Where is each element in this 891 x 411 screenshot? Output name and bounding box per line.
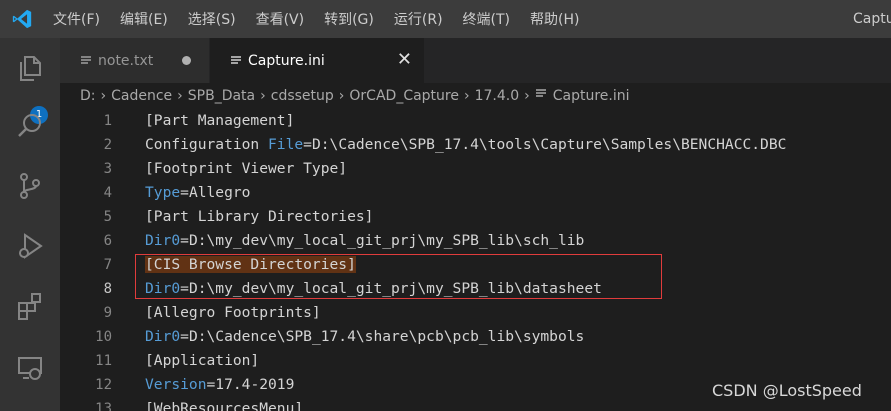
- chevron-right-icon: ›: [524, 88, 530, 104]
- breadcrumb-item[interactable]: 17.4.0: [475, 88, 520, 104]
- explorer-icon[interactable]: [12, 50, 48, 86]
- code-text: [Footprint Viewer Type]: [145, 160, 348, 177]
- search-icon[interactable]: [12, 108, 48, 144]
- code-line[interactable]: Type=Allegro: [145, 181, 250, 205]
- breadcrumb-item[interactable]: D:: [80, 88, 96, 104]
- code-line[interactable]: Dir0=D:\Cadence\SPB_17.4\share\pcb\pcb_l…: [145, 325, 584, 349]
- line-number: 13: [95, 401, 112, 411]
- breadcrumb-item[interactable]: SPB_Data: [188, 88, 255, 104]
- code-text: =D:\my_dev\my_local_git_prj\my_SPB_lib\s…: [180, 232, 585, 249]
- line-number: 4: [103, 185, 112, 201]
- code-line[interactable]: [Part Management]: [145, 109, 294, 133]
- run-debug-icon[interactable]: [12, 228, 48, 264]
- breadcrumb-item[interactable]: cdssetup: [271, 88, 334, 104]
- modified-dot-icon[interactable]: [182, 56, 191, 65]
- code-key: Version: [145, 376, 207, 393]
- close-icon[interactable]: ✕: [397, 50, 412, 70]
- line-number: 1: [103, 113, 112, 129]
- line-number: 5: [103, 209, 112, 225]
- chevron-right-icon: ›: [100, 88, 107, 104]
- line-number: 8: [103, 281, 112, 297]
- title-bar: 文件(F) 编辑(E) 选择(S) 查看(V) 转到(G) 运行(R) 终端(T) 帮助(H)…: [0, 0, 891, 38]
- vscode-logo-icon: [12, 9, 32, 29]
- menu-item[interactable]: 终端(T): [453, 9, 520, 29]
- code-text: [Part Management]: [145, 112, 295, 129]
- line-number: 3: [103, 161, 112, 177]
- code-line[interactable]: [Part Library Directories]: [145, 205, 373, 229]
- file-text-icon: [80, 55, 92, 67]
- tab-label: note.txt: [98, 52, 154, 69]
- file-settings-icon: [230, 55, 242, 67]
- code-line[interactable]: [Application]: [145, 349, 259, 373]
- chevron-right-icon: ›: [177, 88, 183, 104]
- line-number: 10: [95, 329, 112, 345]
- line-number: 11: [95, 353, 112, 369]
- line-number: 12: [95, 377, 112, 393]
- breadcrumb-item[interactable]: Capture.ini: [553, 88, 630, 104]
- menu-item[interactable]: 查看(V): [246, 9, 315, 29]
- code-text: [Part Library Directories]: [145, 208, 374, 225]
- code-text: =17.4-2019: [206, 376, 295, 393]
- line-number: 9: [103, 305, 112, 321]
- tab-note-txt[interactable]: note.txt: [60, 38, 209, 83]
- code-text: =D:\Cadence\SPB_17.4\tools\Capture\Sampl…: [303, 136, 787, 153]
- extensions-icon[interactable]: [12, 288, 48, 324]
- tab-label: Capture.ini: [248, 52, 325, 69]
- line-number: 2: [103, 137, 112, 153]
- code-line[interactable]: [Allegro Footprints]: [145, 301, 321, 325]
- code-text: [Allegro Footprints]: [145, 304, 321, 321]
- chevron-right-icon: ›: [260, 88, 266, 104]
- breadcrumb: D: › Cadence › SPB_Data › cdssetup › OrCAD_Captu…: [60, 83, 891, 109]
- code-text: [WebResourcesMenu]: [145, 400, 304, 411]
- file-settings-icon: [535, 88, 547, 104]
- annotation-highlight-box: [135, 254, 662, 299]
- window-title: Capture.ini - Visual Studio Code: [853, 11, 891, 27]
- code-text: [Application]: [145, 352, 260, 369]
- menu-item[interactable]: 帮助(H): [520, 9, 589, 29]
- menu-item[interactable]: 编辑(E): [110, 9, 178, 29]
- code-text: Configuration: [145, 136, 269, 153]
- menu-item[interactable]: 文件(F): [43, 9, 110, 29]
- code-key: Dir0: [145, 232, 181, 249]
- code-line[interactable]: [Footprint Viewer Type]: [145, 157, 347, 181]
- code-line[interactable]: Version=17.4-2019: [145, 373, 294, 397]
- code-line[interactable]: [WebResourcesMenu]: [145, 397, 303, 411]
- menu-item[interactable]: 运行(R): [384, 9, 453, 29]
- chevron-right-icon: ›: [463, 88, 470, 104]
- code-text: =D:\Cadence\SPB_17.4\share\pcb\pcb_lib\s…: [180, 328, 585, 345]
- tab-capture-ini[interactable]: Capture.ini ✕: [210, 38, 424, 83]
- source-control-icon[interactable]: [12, 168, 48, 204]
- breadcrumb-item[interactable]: OrCAD_Capture: [349, 88, 459, 104]
- activity-bar: 1: [0, 38, 60, 411]
- code-text: =Allegro: [180, 184, 251, 201]
- code-line[interactable]: Dir0=D:\my_dev\my_local_git_prj\my_SPB_l…: [145, 229, 584, 253]
- editor-tabs: note.txt Capture.ini ✕: [60, 38, 891, 83]
- menu-bar: 文件(F) 编辑(E) 选择(S) 查看(V) 转到(G) 运行(R) 终端(T) 帮助(H): [43, 0, 589, 38]
- menu-item[interactable]: 选择(S): [178, 9, 246, 29]
- breadcrumb-item[interactable]: Cadence: [111, 88, 172, 104]
- code-key: Dir0: [145, 328, 181, 345]
- watermark: CSDN @LostSpeed: [712, 381, 862, 400]
- code-key: Type: [145, 184, 181, 201]
- code-key: File: [268, 136, 304, 153]
- chevron-right-icon: ›: [338, 88, 345, 104]
- line-number: 6: [103, 233, 112, 249]
- line-number: 7: [103, 257, 112, 273]
- remote-explorer-icon[interactable]: [12, 350, 48, 386]
- menu-item[interactable]: 转到(G): [314, 9, 384, 29]
- code-line[interactable]: Configuration File=D:\Cadence\SPB_17.4\t…: [145, 133, 786, 157]
